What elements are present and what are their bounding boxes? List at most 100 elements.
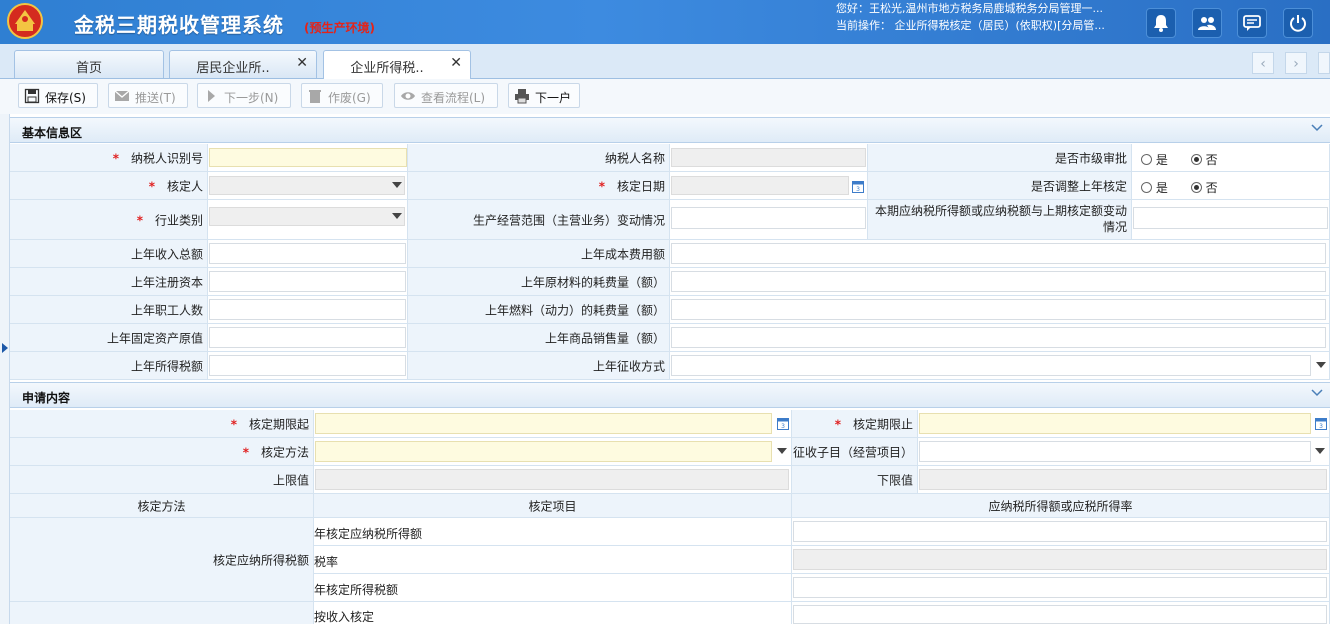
last-staff-input[interactable]	[209, 299, 406, 320]
tab-resident-enterprise[interactable]: 居民企业所.. ✕	[169, 50, 317, 78]
period-start-input[interactable]	[315, 413, 772, 434]
tab-scroll-right-icon[interactable]: ›	[1285, 52, 1307, 74]
last-material-input[interactable]	[671, 271, 1326, 292]
city-review-radio-group: 是 否	[1141, 151, 1218, 168]
lower-field	[919, 469, 1327, 490]
last-sales-input[interactable]	[671, 327, 1326, 348]
last-staff-cell	[208, 296, 408, 324]
adjust-no-radio[interactable]	[1190, 182, 1202, 193]
void-button[interactable]: 作废(G)	[301, 83, 383, 108]
last-income-input[interactable]	[209, 243, 406, 264]
next-step-label: 下一步(N)	[224, 91, 279, 105]
grid-rate-cell	[792, 546, 1330, 574]
dropdown-arrow-icon[interactable]	[392, 213, 402, 219]
method-select[interactable]	[315, 441, 772, 462]
income-based-input[interactable]	[793, 605, 1327, 624]
taxpayer-name-field	[671, 148, 866, 167]
calendar-icon[interactable]: 3	[1315, 417, 1327, 430]
last-method-label: 上年征收方式	[408, 352, 670, 380]
next-household-label: 下一户	[535, 91, 572, 105]
tab-home[interactable]: 首页	[14, 50, 164, 78]
city-review-label: 是否市级审批	[868, 144, 1132, 172]
contacts-button[interactable]	[1192, 8, 1222, 38]
city-review-cell: 是 否	[1132, 144, 1330, 172]
close-icon[interactable]: ✕	[450, 55, 462, 71]
industry-cell	[208, 200, 408, 240]
tax-change-label: 本期应纳税所得额或应纳税额与上期核定额变动情况	[868, 200, 1132, 240]
last-income-label: 上年收入总额	[10, 240, 208, 268]
upper-cell	[314, 466, 792, 494]
toolbar: 保存(S) 推送(T) 下一步(N) 作废(G) 查看流程(L) 下一户	[0, 79, 1330, 114]
logout-button[interactable]	[1283, 8, 1313, 38]
dropdown-arrow-icon[interactable]	[392, 182, 402, 188]
required-star: *	[136, 213, 143, 227]
city-review-no-radio[interactable]	[1190, 154, 1202, 165]
last-assets-label: 上年固定资产原值	[10, 324, 208, 352]
required-star: *	[834, 417, 841, 431]
dropdown-arrow-icon[interactable]	[777, 448, 787, 454]
city-review-yes-radio[interactable]	[1141, 154, 1152, 165]
required-star: *	[598, 179, 605, 193]
dropdown-arrow-icon[interactable]	[1315, 448, 1325, 454]
approver-select[interactable]	[209, 176, 405, 195]
annual-income-tax-input[interactable]	[793, 577, 1327, 598]
annual-taxable-income-input[interactable]	[793, 521, 1327, 542]
view-flow-button[interactable]: 查看流程(L)	[394, 83, 498, 108]
dropdown-arrow-icon[interactable]	[1316, 362, 1326, 368]
void-label: 作废(G)	[328, 91, 371, 105]
last-cost-label: 上年成本费用额	[408, 240, 670, 268]
period-end-cell: 3	[918, 410, 1330, 438]
push-button[interactable]: 推送(T)	[108, 83, 188, 108]
approve-date-label: * 核定日期	[408, 172, 670, 200]
last-cost-input[interactable]	[671, 243, 1326, 264]
tab-label: 企业所得税..	[350, 61, 424, 76]
section-title: 基本信息区	[22, 126, 83, 140]
calendar-icon[interactable]: 3	[852, 180, 864, 193]
last-capital-input[interactable]	[209, 271, 406, 292]
close-icon[interactable]: ✕	[296, 55, 308, 71]
apply-section-header[interactable]: 申请内容	[10, 382, 1330, 408]
tab-enterprise-income-tax[interactable]: 企业所得税.. ✕	[323, 50, 471, 79]
chevron-down-icon[interactable]	[1310, 385, 1324, 399]
save-button[interactable]: 保存(S)	[18, 83, 98, 108]
notification-button[interactable]	[1146, 8, 1176, 38]
tab-label: 首页	[75, 61, 102, 76]
tab-label: 居民企业所..	[196, 61, 270, 76]
last-tax-input[interactable]	[209, 355, 406, 376]
svg-text:3: 3	[781, 423, 785, 430]
svg-text:3: 3	[856, 186, 860, 193]
chevron-down-icon[interactable]	[1310, 120, 1324, 134]
scope-change-label: 生产经营范围（主营业务）变动情况	[408, 200, 670, 240]
messages-button[interactable]	[1237, 8, 1267, 38]
grid-method-next	[10, 602, 314, 624]
last-assets-input[interactable]	[209, 327, 406, 348]
tab-menu-icon[interactable]	[1318, 52, 1330, 74]
left-collapse-rail[interactable]	[0, 114, 10, 624]
next-step-button[interactable]: 下一步(N)	[197, 83, 291, 108]
scope-change-input[interactable]	[671, 207, 866, 229]
last-method-select[interactable]	[671, 355, 1311, 376]
tax-emblem-logo	[7, 3, 43, 39]
taxpayer-id-input[interactable]	[209, 148, 407, 167]
last-tax-label: 上年所得税额	[10, 352, 208, 380]
approve-date-input[interactable]	[671, 176, 849, 195]
grid-item-label: 年核定应纳税所得额	[314, 527, 423, 541]
last-fuel-input[interactable]	[671, 299, 1326, 320]
last-sales-cell	[670, 324, 1330, 352]
sub-item-label: 征收子目（经营项目）	[792, 438, 918, 466]
sub-item-select[interactable]	[919, 441, 1311, 462]
adjust-last-year-label: 是否调整上年核定	[868, 172, 1132, 200]
adjust-yes-radio[interactable]	[1141, 182, 1152, 193]
tax-change-input[interactable]	[1133, 207, 1328, 229]
tab-scroll-left-icon[interactable]: ‹	[1252, 52, 1274, 74]
grid-item-row: 税率	[314, 546, 792, 574]
last-fuel-cell	[670, 296, 1330, 324]
calendar-icon[interactable]: 3	[777, 417, 789, 430]
upper-label: 上限值	[10, 466, 314, 494]
next-household-button[interactable]: 下一户	[508, 83, 580, 108]
basic-info-section-header[interactable]: 基本信息区	[10, 117, 1330, 143]
period-end-input[interactable]	[919, 413, 1311, 434]
grid-rate-cell	[792, 518, 1330, 546]
industry-select[interactable]	[209, 207, 405, 226]
expand-arrow-icon[interactable]	[2, 343, 8, 353]
